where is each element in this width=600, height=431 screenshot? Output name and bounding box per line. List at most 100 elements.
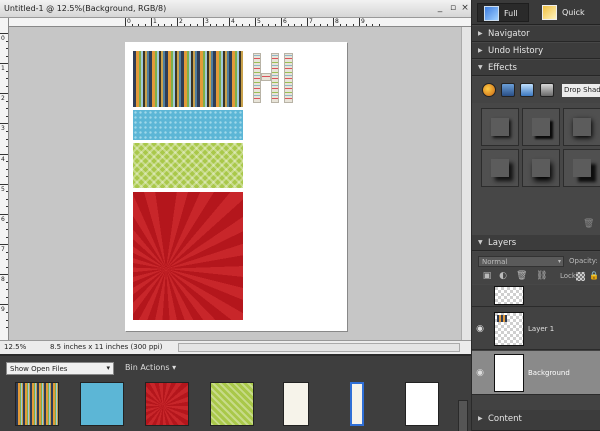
quick-fix-icon (542, 5, 557, 20)
quick-fix-tab[interactable]: Quick (534, 3, 596, 22)
green-gingham-paper[interactable] (133, 143, 243, 188)
document-size-info[interactable]: 8.5 inches x 11 inches (300 ppi) (50, 343, 162, 351)
ruler-tick (0, 93, 8, 95)
ruler-number: 2 (1, 95, 5, 103)
bin-thumbnail-document[interactable] (405, 382, 439, 426)
layers-panel-header[interactable]: ▼ Layers (472, 235, 600, 251)
ruler-number: 3 (205, 18, 209, 25)
lock-transparent-pixels-icon[interactable] (576, 272, 585, 281)
collapse-triangle-icon: ▼ (478, 64, 483, 71)
vertical-ruler[interactable]: 0 1 2 3 4 5 6 7 8 9 (0, 18, 9, 340)
effects-toolbar: Drop Shadows (472, 77, 600, 103)
restore-button[interactable]: ▫ (447, 2, 459, 14)
ruler-number: 0 (127, 18, 131, 25)
lock-all-icon[interactable]: 🔒 (589, 271, 599, 280)
adjustment-layer-icon[interactable]: ◐ (498, 271, 508, 281)
layer-row[interactable]: ◉ Layer 1 (472, 308, 600, 350)
show-open-files-select[interactable]: Show Open Files ▾ (6, 362, 114, 375)
opacity-label: Opacity: (569, 257, 598, 265)
ruler-tick (0, 183, 8, 185)
ruler-tick (0, 123, 8, 125)
ruler-tick (307, 18, 308, 26)
striped-paper[interactable] (133, 51, 243, 107)
blend-mode-select[interactable]: Normal ▾ (478, 256, 564, 267)
undo-history-title: Undo History (488, 46, 544, 56)
filters-icon[interactable] (482, 83, 496, 97)
photo-effects-icon[interactable] (520, 83, 534, 97)
eye-icon[interactable]: ◉ (474, 323, 486, 335)
drop-shadow-preview (491, 159, 509, 177)
bin-scrollbar[interactable] (458, 400, 468, 431)
show-all-effects-icon[interactable] (540, 83, 554, 97)
layer-name: Layer 1 (528, 325, 555, 333)
document-status-bar: 12.5% 8.5 inches x 11 inches (300 ppi) (0, 340, 471, 354)
ruler-tick (0, 213, 8, 215)
ruler-number: 8 (1, 276, 5, 284)
effects-title: Effects (488, 63, 517, 73)
blend-mode-value: Normal (482, 258, 508, 266)
red-sunburst-paper[interactable] (133, 192, 243, 320)
ruler-number: 3 (1, 125, 5, 133)
horizontal-ruler[interactable]: 0 1 2 3 4 5 6 7 8 9 (9, 18, 471, 27)
effect-thumbnail[interactable] (522, 149, 560, 187)
letter-h-left-stroke (253, 53, 261, 103)
undo-history-panel-header[interactable]: ▶ Undo History (472, 43, 600, 59)
bin-actions-menu[interactable]: Bin Actions ▾ (125, 363, 176, 372)
eye-icon[interactable]: ◉ (474, 367, 486, 379)
ruler-tick (177, 18, 178, 26)
bin-thumbnail[interactable] (210, 382, 254, 426)
close-document-button[interactable]: × (459, 2, 471, 14)
content-panel-header[interactable]: ▶ Content (472, 410, 600, 431)
document-title-bar[interactable]: Untitled-1 @ 12.5%(Background, RGB/8) _ … (0, 0, 471, 18)
document-window: Untitled-1 @ 12.5%(Background, RGB/8) _ … (0, 0, 471, 354)
ruler-number: 9 (361, 18, 365, 25)
effect-thumbnail[interactable] (563, 149, 600, 187)
layer-row-selected[interactable]: ◉ Background (472, 351, 600, 395)
letter-h-right-stroke (271, 53, 279, 103)
effects-panel-header[interactable]: ▼ Effects (472, 60, 600, 76)
effect-thumbnail[interactable] (481, 108, 519, 146)
delete-layer-icon[interactable]: 🗑 (516, 271, 527, 281)
effects-category-select[interactable]: Drop Shadows (562, 84, 600, 97)
zoom-level[interactable]: 12.5% (4, 343, 26, 351)
effect-thumbnail[interactable] (563, 108, 600, 146)
full-edit-label: Full (504, 9, 518, 18)
ruler-number: 4 (1, 155, 5, 163)
hi-letters-artwork[interactable] (253, 53, 295, 103)
bin-thumbnails (0, 378, 468, 431)
collapse-triangle-icon: ▼ (478, 239, 483, 246)
horizontal-scrollbar[interactable] (178, 343, 460, 352)
full-edit-tab[interactable]: Full (477, 3, 529, 22)
expand-triangle-icon: ▶ (478, 47, 483, 54)
chevron-down-icon: ▾ (557, 258, 561, 265)
layer-thumbnail (494, 286, 524, 305)
bin-thumbnail-selected[interactable] (350, 382, 364, 426)
bin-thumbnail[interactable] (80, 382, 124, 426)
effect-thumbnail[interactable] (522, 108, 560, 146)
bin-thumbnail[interactable] (283, 382, 309, 426)
link-layers-icon[interactable]: ⛓ (536, 271, 547, 281)
layer-styles-icon[interactable] (501, 83, 515, 97)
ruler-number: 8 (335, 18, 339, 25)
blue-dotted-paper[interactable] (133, 110, 243, 140)
bin-thumbnail[interactable] (15, 382, 59, 426)
navigator-panel-header[interactable]: ▶ Navigator (472, 26, 600, 42)
minimize-button[interactable]: _ (434, 2, 446, 14)
layer-thumbnail-content (497, 315, 507, 322)
ruler-tick (203, 18, 204, 26)
letter-i (284, 53, 293, 103)
chevron-down-icon: ▾ (106, 364, 110, 372)
effect-thumbnail[interactable] (481, 149, 519, 187)
trash-icon[interactable]: 🗑 (583, 219, 594, 229)
drop-shadow-preview (573, 118, 591, 136)
content-title: Content (488, 414, 522, 424)
layer-row[interactable] (472, 285, 600, 307)
letter-h-crossbar (261, 73, 271, 81)
ruler-tick (255, 18, 256, 26)
ruler-tick (281, 18, 282, 26)
ruler-tick (0, 33, 8, 34)
bin-thumbnail[interactable] (145, 382, 189, 426)
vertical-scrollbar[interactable] (461, 27, 471, 340)
new-layer-icon[interactable]: ▣ (482, 271, 492, 281)
ruler-number: 5 (1, 185, 5, 193)
